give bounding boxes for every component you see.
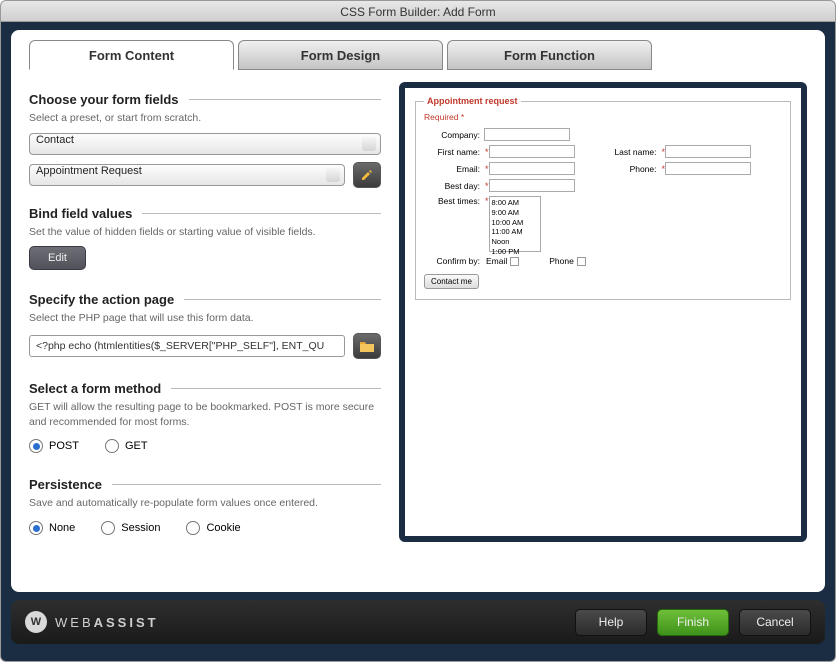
preset-template-value: Appointment Request bbox=[36, 165, 142, 177]
brand-logo-icon: W bbox=[25, 611, 47, 633]
preview-time-option: Noon bbox=[492, 237, 538, 247]
brand: W WEBASSIST bbox=[25, 611, 159, 633]
preview-confirm-label: Confirm by: bbox=[424, 256, 484, 266]
preview-email-label: Email: bbox=[424, 164, 484, 174]
browse-action-button[interactable] bbox=[353, 333, 381, 359]
radio-icon bbox=[186, 521, 200, 535]
divider bbox=[171, 388, 381, 389]
preview-first-label: First name: bbox=[424, 147, 484, 157]
radio-icon bbox=[105, 439, 119, 453]
preview-times-list: 8:00 AM 9:00 AM 10:00 AM 11:00 AM Noon 1… bbox=[489, 196, 541, 252]
preset-category-value: Contact bbox=[36, 134, 74, 146]
bind-title: Bind field values bbox=[29, 206, 132, 221]
persist-cookie-radio[interactable]: Cookie bbox=[186, 521, 240, 535]
persist-none-radio[interactable]: None bbox=[29, 521, 75, 535]
divider bbox=[112, 484, 381, 485]
preview-time-option: 9:00 AM bbox=[492, 208, 538, 218]
persist-session-label: Session bbox=[121, 522, 160, 534]
chevron-down-icon bbox=[366, 142, 372, 146]
preview-time-option: 11:00 AM bbox=[492, 227, 538, 237]
tab-form-function[interactable]: Form Function bbox=[447, 40, 652, 70]
action-head: Specify the action page bbox=[29, 292, 381, 307]
preview-confirm-phone-checkbox bbox=[577, 257, 586, 266]
method-head: Select a form method bbox=[29, 381, 381, 396]
fields-head: Choose your form fields bbox=[29, 92, 381, 107]
preview-time-option: 10:00 AM bbox=[492, 218, 538, 228]
method-get-radio[interactable]: GET bbox=[105, 439, 148, 453]
content-card: Form Content Form Design Form Function C… bbox=[11, 30, 825, 592]
form-preview: Appointment request Required * Company: … bbox=[399, 82, 807, 542]
brand-text: WEBASSIST bbox=[55, 615, 159, 630]
persist-title: Persistence bbox=[29, 477, 102, 492]
method-sub: GET will allow the resulting page to be … bbox=[29, 400, 381, 429]
preview-time-option: 8:00 AM bbox=[492, 198, 538, 208]
preview-besttimes-label: Best times: bbox=[424, 196, 484, 206]
brand-bold: ASSIST bbox=[94, 615, 159, 630]
preset-category-select[interactable]: Contact bbox=[29, 133, 381, 155]
dialog-footer: W WEBASSIST Help Finish Cancel bbox=[11, 600, 825, 644]
preview-bestday-label: Best day: bbox=[424, 181, 484, 191]
cancel-button[interactable]: Cancel bbox=[739, 609, 811, 636]
help-button[interactable]: Help bbox=[575, 609, 647, 636]
divider bbox=[184, 299, 381, 300]
radio-icon bbox=[101, 521, 115, 535]
dialog-frame: Form Content Form Design Form Function C… bbox=[0, 22, 836, 662]
method-get-label: GET bbox=[125, 440, 148, 452]
action-title: Specify the action page bbox=[29, 292, 174, 307]
method-title: Select a form method bbox=[29, 381, 161, 396]
persist-none-label: None bbox=[49, 522, 75, 534]
edit-preset-button[interactable] bbox=[353, 162, 381, 188]
action-sub: Select the PHP page that will use this f… bbox=[29, 311, 381, 326]
preview-company-input bbox=[484, 128, 570, 141]
brand-light: WEB bbox=[55, 615, 94, 630]
preview-phone-label: Phone: bbox=[601, 164, 661, 174]
tabs: Form Content Form Design Form Function bbox=[29, 40, 807, 70]
preview-last-input bbox=[665, 145, 751, 158]
radio-icon bbox=[29, 521, 43, 535]
fields-sub: Select a preset, or start from scratch. bbox=[29, 111, 381, 126]
pencil-icon bbox=[360, 168, 374, 182]
fields-title: Choose your form fields bbox=[29, 92, 179, 107]
persist-cookie-label: Cookie bbox=[206, 522, 240, 534]
preview-last-label: Last name: bbox=[601, 147, 661, 157]
method-post-radio[interactable]: POST bbox=[29, 439, 79, 453]
preview-company-label: Company: bbox=[424, 130, 484, 140]
preset-template-select[interactable]: Appointment Request bbox=[29, 164, 345, 186]
preview-confirm-phone-label: Phone bbox=[549, 256, 574, 266]
bind-sub: Set the value of hidden fields or starti… bbox=[29, 225, 381, 240]
bind-head: Bind field values bbox=[29, 206, 381, 221]
preview-column: Appointment request Required * Company: … bbox=[399, 82, 807, 542]
persist-sub: Save and automatically re-populate form … bbox=[29, 496, 381, 511]
divider bbox=[142, 213, 381, 214]
tab-form-content[interactable]: Form Content bbox=[29, 40, 234, 70]
method-post-label: POST bbox=[49, 440, 79, 452]
preview-legend: Appointment request bbox=[424, 96, 521, 106]
preview-phone-input bbox=[665, 162, 751, 175]
preview-email-input bbox=[489, 162, 575, 175]
preview-bestday-input bbox=[489, 179, 575, 192]
preview-confirm-email-checkbox bbox=[510, 257, 519, 266]
window-titlebar: CSS Form Builder: Add Form bbox=[0, 0, 836, 22]
finish-button[interactable]: Finish bbox=[657, 609, 729, 636]
persist-session-radio[interactable]: Session bbox=[101, 521, 160, 535]
divider bbox=[189, 99, 381, 100]
preview-submit-button: Contact me bbox=[424, 274, 479, 289]
preview-fieldset: Appointment request Required * Company: … bbox=[415, 96, 791, 300]
folder-icon bbox=[360, 340, 374, 352]
preview-first-input bbox=[489, 145, 575, 158]
persist-head: Persistence bbox=[29, 477, 381, 492]
radio-icon bbox=[29, 439, 43, 453]
edit-bindings-button[interactable]: Edit bbox=[29, 246, 86, 270]
preview-confirm-email-label: Email bbox=[486, 256, 507, 266]
chevron-down-icon bbox=[330, 173, 336, 177]
tab-form-design[interactable]: Form Design bbox=[238, 40, 443, 70]
settings-column: Choose your form fields Select a preset,… bbox=[29, 82, 381, 542]
action-page-input[interactable] bbox=[29, 335, 345, 357]
preview-required: Required * bbox=[424, 112, 782, 122]
